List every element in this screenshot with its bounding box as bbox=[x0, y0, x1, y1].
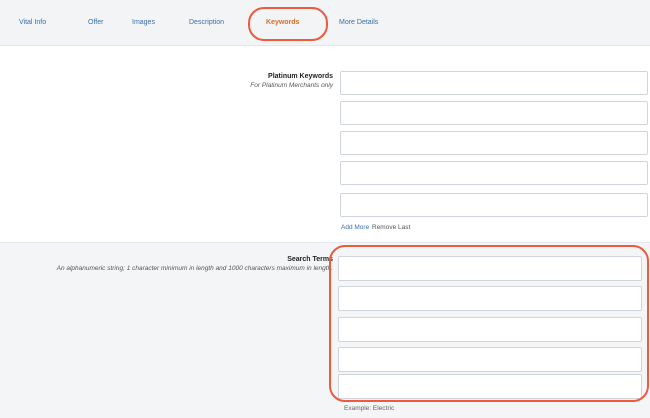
search-terms-subtitle: An alphanumeric string; 1 character mini… bbox=[56, 265, 333, 272]
search-terms-highlight bbox=[329, 245, 649, 402]
platinum-keywords-title: Platinum Keywords bbox=[268, 73, 333, 80]
search-terms-title: Search Terms bbox=[287, 256, 333, 263]
platinum-keyword-input-2[interactable] bbox=[340, 101, 648, 125]
platinum-keywords-subtitle: For Platinum Merchants only bbox=[250, 82, 333, 89]
platinum-keyword-input-4[interactable] bbox=[340, 161, 648, 185]
tab-offer[interactable]: Offer bbox=[88, 16, 103, 30]
remove-last-link[interactable]: Remove Last bbox=[372, 224, 410, 231]
tab-images[interactable]: Images bbox=[132, 16, 155, 30]
tab-more-details[interactable]: More Details bbox=[339, 16, 378, 30]
platinum-keyword-input-5[interactable] bbox=[340, 193, 648, 217]
keywords-tab-highlight bbox=[248, 7, 328, 41]
search-terms-example: Example: Electric bbox=[344, 405, 395, 412]
platinum-keyword-input-1[interactable] bbox=[340, 71, 648, 95]
tab-description[interactable]: Description bbox=[189, 16, 224, 30]
tab-bar: Vital Info Offer Images Description Keyw… bbox=[0, 0, 650, 46]
tab-vital-info[interactable]: Vital Info bbox=[19, 16, 46, 30]
platinum-keyword-input-3[interactable] bbox=[340, 131, 648, 155]
add-more-link[interactable]: Add More bbox=[341, 224, 369, 231]
